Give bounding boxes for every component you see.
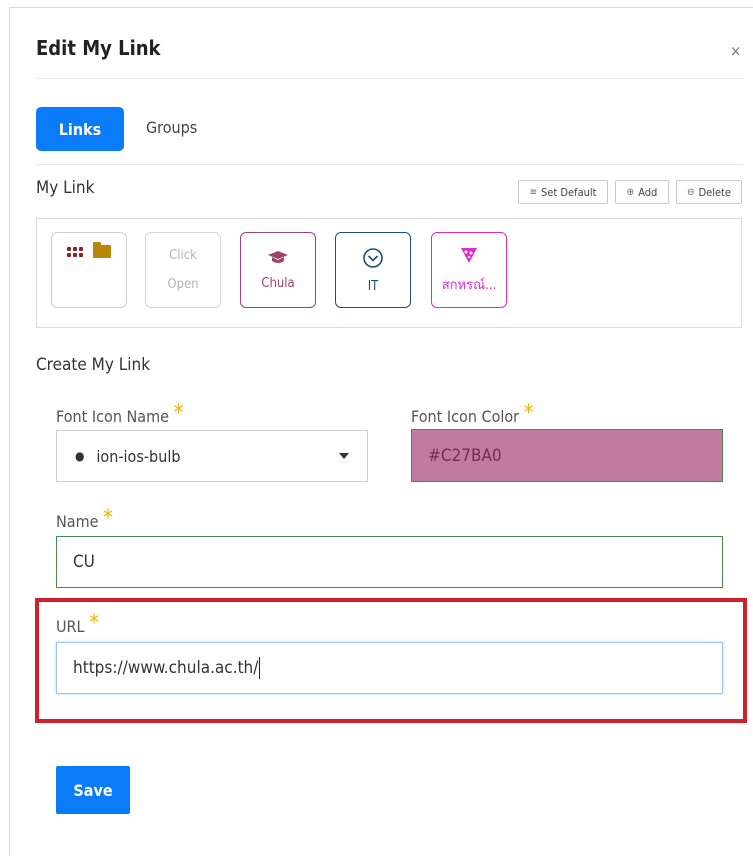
font-icon-select[interactable]: ● ion-ios-bulb	[56, 430, 368, 482]
delete-label: Delete	[698, 185, 732, 199]
chevron-down-icon	[339, 453, 349, 459]
link-tile-label: IT	[367, 278, 379, 294]
name-value: CU	[73, 552, 95, 572]
link-tile-label: Chula	[261, 275, 295, 291]
text-cursor	[259, 657, 261, 679]
url-field[interactable]: https://www.chula.ac.th/	[56, 642, 723, 694]
link-group-tile[interactable]	[51, 232, 127, 308]
add-button[interactable]: ⊕ Add	[615, 180, 669, 204]
minus-circle-icon: ⊖	[686, 186, 695, 198]
pizza-icon	[461, 247, 477, 263]
name-label: Name *	[56, 506, 113, 531]
add-label: Add	[638, 185, 658, 199]
folder-icon	[93, 242, 111, 258]
tab-groups[interactable]: Groups	[146, 118, 197, 137]
font-icon-name-label: Font Icon Name *	[56, 401, 184, 426]
close-icon[interactable]: ×	[730, 42, 741, 60]
bulb-icon: ●	[75, 449, 85, 463]
placeholder-line1: Click	[169, 248, 197, 263]
edit-link-dialog: Edit My Link × Links Groups My Link ≡ Se…	[9, 7, 753, 856]
grid-icon	[67, 246, 83, 257]
font-icon-value: ion-ios-bulb	[96, 446, 181, 466]
required-mark: *	[103, 506, 113, 531]
list-icon: ≡	[529, 186, 537, 198]
save-button[interactable]: Save	[56, 766, 130, 814]
my-link-tiles: Click Open Chula IT สกหรณ์...	[36, 218, 742, 328]
link-tile-it[interactable]: IT	[335, 232, 411, 308]
font-icon-color-input[interactable]: #C27BA0	[411, 429, 723, 482]
url-label: URL *	[56, 611, 100, 636]
create-link-title: Create My Link	[36, 355, 151, 375]
link-tile-chula[interactable]: Chula	[240, 232, 316, 308]
required-mark: *	[89, 611, 100, 636]
font-icon-color-label: Font Icon Color *	[411, 401, 534, 426]
plus-circle-icon: ⊕	[626, 186, 635, 198]
delete-button[interactable]: ⊖ Delete	[676, 180, 742, 204]
link-tile-label: สกหรณ์...	[441, 277, 497, 293]
divider	[36, 78, 743, 79]
required-mark: *	[173, 401, 184, 426]
name-field[interactable]: CU	[56, 536, 723, 588]
click-open-placeholder[interactable]: Click Open	[145, 232, 221, 308]
tab-links[interactable]: Links	[36, 107, 124, 151]
my-link-title: My Link	[36, 178, 95, 198]
color-value: #C27BA0	[428, 445, 502, 466]
chevron-circle-icon	[363, 247, 383, 268]
placeholder-line2: Open	[167, 277, 199, 292]
graduation-cap-icon	[268, 250, 288, 263]
divider	[36, 164, 743, 165]
url-value: https://www.chula.ac.th/	[73, 658, 259, 678]
required-mark: *	[523, 401, 534, 426]
set-default-label: Set Default	[540, 185, 597, 199]
link-tile-thai[interactable]: สกหรณ์...	[431, 232, 507, 308]
set-default-button[interactable]: ≡ Set Default	[518, 180, 608, 204]
dialog-title: Edit My Link	[36, 36, 161, 60]
